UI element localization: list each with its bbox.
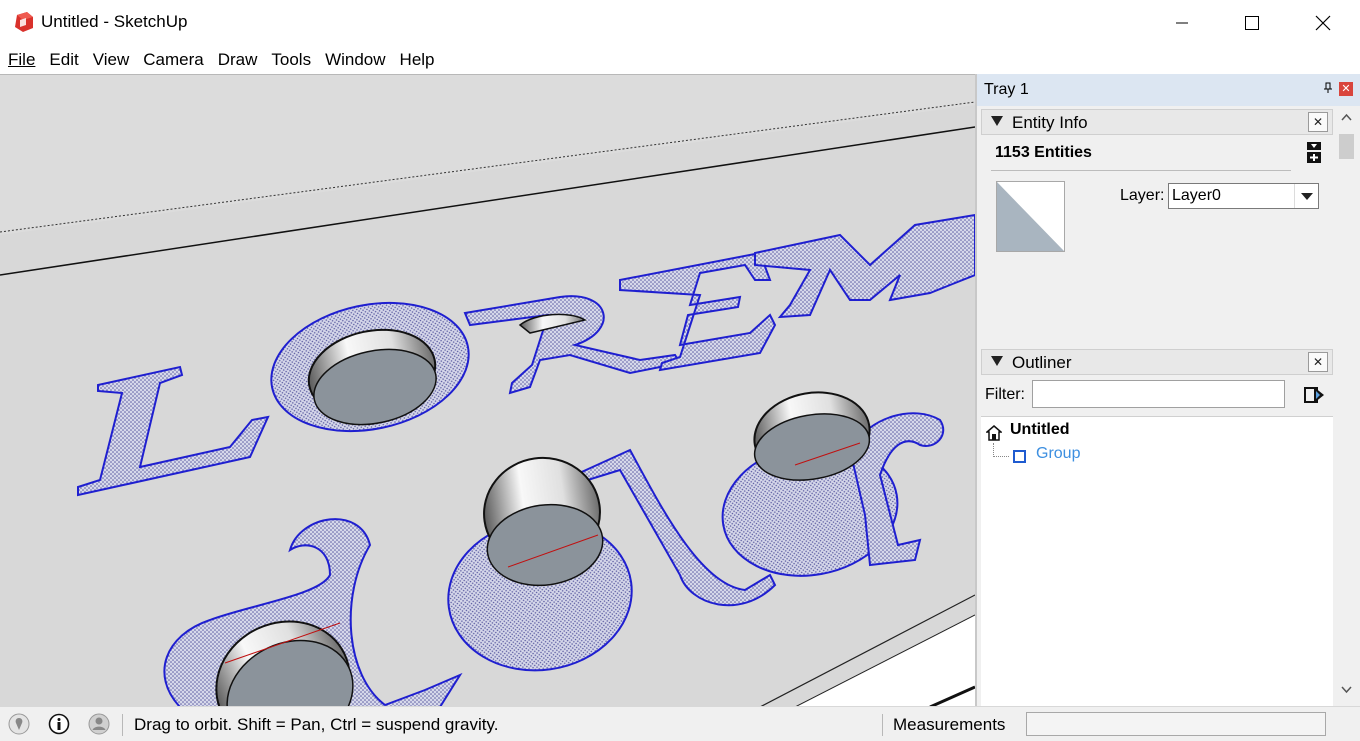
user-icon[interactable] — [88, 713, 110, 735]
model-canvas[interactable] — [0, 75, 975, 706]
tree-connector — [993, 443, 994, 457]
layer-select[interactable]: Layer0 — [1168, 183, 1319, 209]
title-bar: Untitled - SketchUp — [0, 0, 1360, 46]
window-title: Untitled - SketchUp — [41, 12, 188, 31]
layer-label: Layer: — [1120, 187, 1165, 204]
menu-edit-label: Edit — [49, 50, 79, 69]
menu-camera-label: Camera — [143, 50, 204, 69]
menu-help-label: Help — [399, 50, 435, 69]
collapse-arrow-icon[interactable] — [991, 356, 1003, 366]
entity-info-title: Entity Info — [1012, 113, 1088, 132]
pin-icon[interactable] — [1322, 82, 1334, 94]
tray-panel: Tray 1 ✕ Entity Info ✕ 1153 Entities Lay… — [975, 74, 1360, 706]
menu-window[interactable]: Window — [325, 50, 385, 70]
tree-item-group[interactable]: Group — [1036, 445, 1080, 463]
menu-file[interactable]: File — [8, 50, 35, 70]
scroll-down-icon[interactable] — [1341, 684, 1352, 695]
tree-connector-h — [993, 456, 1009, 457]
menu-view-label: View — [92, 50, 130, 69]
credits-icon[interactable] — [48, 713, 70, 735]
menu-tools-label: Tools — [271, 50, 312, 69]
filter-label: Filter: — [985, 386, 1025, 403]
status-bar: Drag to orbit. Shift = Pan, Ctrl = suspe… — [0, 706, 1360, 741]
entity-count: 1153 Entities — [995, 144, 1092, 161]
letter-e[interactable] — [619, 251, 777, 372]
menu-draw-label: Draw — [217, 50, 258, 69]
outliner-close-icon[interactable]: ✕ — [1308, 352, 1328, 372]
minimize-button[interactable] — [1159, 0, 1205, 46]
back-wall — [0, 75, 975, 235]
menu-bar: File Edit View Camera Draw Tools Window … — [0, 46, 1360, 74]
model-viewport[interactable] — [0, 74, 975, 706]
measurements-label: Measurements — [893, 715, 1006, 734]
outliner-details-icon[interactable] — [1304, 384, 1326, 406]
menu-edit[interactable]: Edit — [49, 50, 78, 70]
menu-help[interactable]: Help — [400, 50, 435, 70]
tray-header: Tray 1 ✕ — [977, 74, 1360, 106]
menu-camera[interactable]: Camera — [143, 50, 203, 70]
expand-details-icon[interactable] — [1307, 142, 1323, 164]
tray-close-icon[interactable]: ✕ — [1339, 82, 1353, 96]
scroll-thumb[interactable] — [1339, 134, 1354, 159]
status-separator — [122, 714, 123, 736]
chevron-down-icon[interactable] — [1294, 184, 1318, 208]
material-swatch[interactable] — [996, 181, 1065, 252]
layer-value: Layer0 — [1172, 187, 1221, 204]
maximize-icon — [1245, 16, 1259, 30]
sketchup-icon[interactable] — [13, 11, 35, 33]
letter-l[interactable] — [77, 365, 270, 497]
menu-view[interactable]: View — [93, 50, 130, 70]
menu-draw[interactable]: Draw — [218, 50, 258, 70]
menu-tools[interactable]: Tools — [271, 50, 311, 70]
measurements-input[interactable] — [1026, 712, 1326, 736]
menu-window-label: Window — [325, 50, 386, 69]
letter-m[interactable] — [754, 213, 975, 319]
entity-divider — [991, 170, 1291, 171]
geo-location-icon[interactable] — [8, 713, 30, 735]
outliner-header[interactable]: Outliner ✕ — [981, 349, 1333, 375]
maximize-button[interactable] — [1229, 0, 1275, 46]
entity-info-close-icon[interactable]: ✕ — [1308, 112, 1328, 132]
tray-title: Tray 1 — [984, 81, 1029, 98]
tray-scrollbar[interactable] — [1335, 106, 1358, 706]
minimize-icon — [1176, 22, 1188, 24]
close-icon — [1315, 15, 1331, 31]
material-preview-icon — [997, 182, 1064, 251]
outliner-tree[interactable]: Untitled Group — [981, 416, 1333, 706]
collapse-arrow-icon[interactable] — [991, 116, 1003, 126]
outliner-title: Outliner — [1012, 353, 1072, 372]
menu-file-label: File — [8, 50, 36, 69]
group-icon — [1013, 450, 1026, 463]
close-button[interactable] — [1300, 0, 1346, 46]
scroll-up-icon[interactable] — [1341, 112, 1352, 123]
status-separator-2 — [882, 714, 883, 736]
entity-info-header[interactable]: Entity Info ✕ — [981, 109, 1333, 135]
status-hint: Drag to orbit. Shift = Pan, Ctrl = suspe… — [134, 715, 499, 734]
tree-root-untitled[interactable]: Untitled — [1010, 421, 1070, 439]
filter-input[interactable] — [1032, 380, 1285, 408]
house-icon — [986, 425, 1002, 441]
letter-r[interactable] — [463, 295, 682, 395]
